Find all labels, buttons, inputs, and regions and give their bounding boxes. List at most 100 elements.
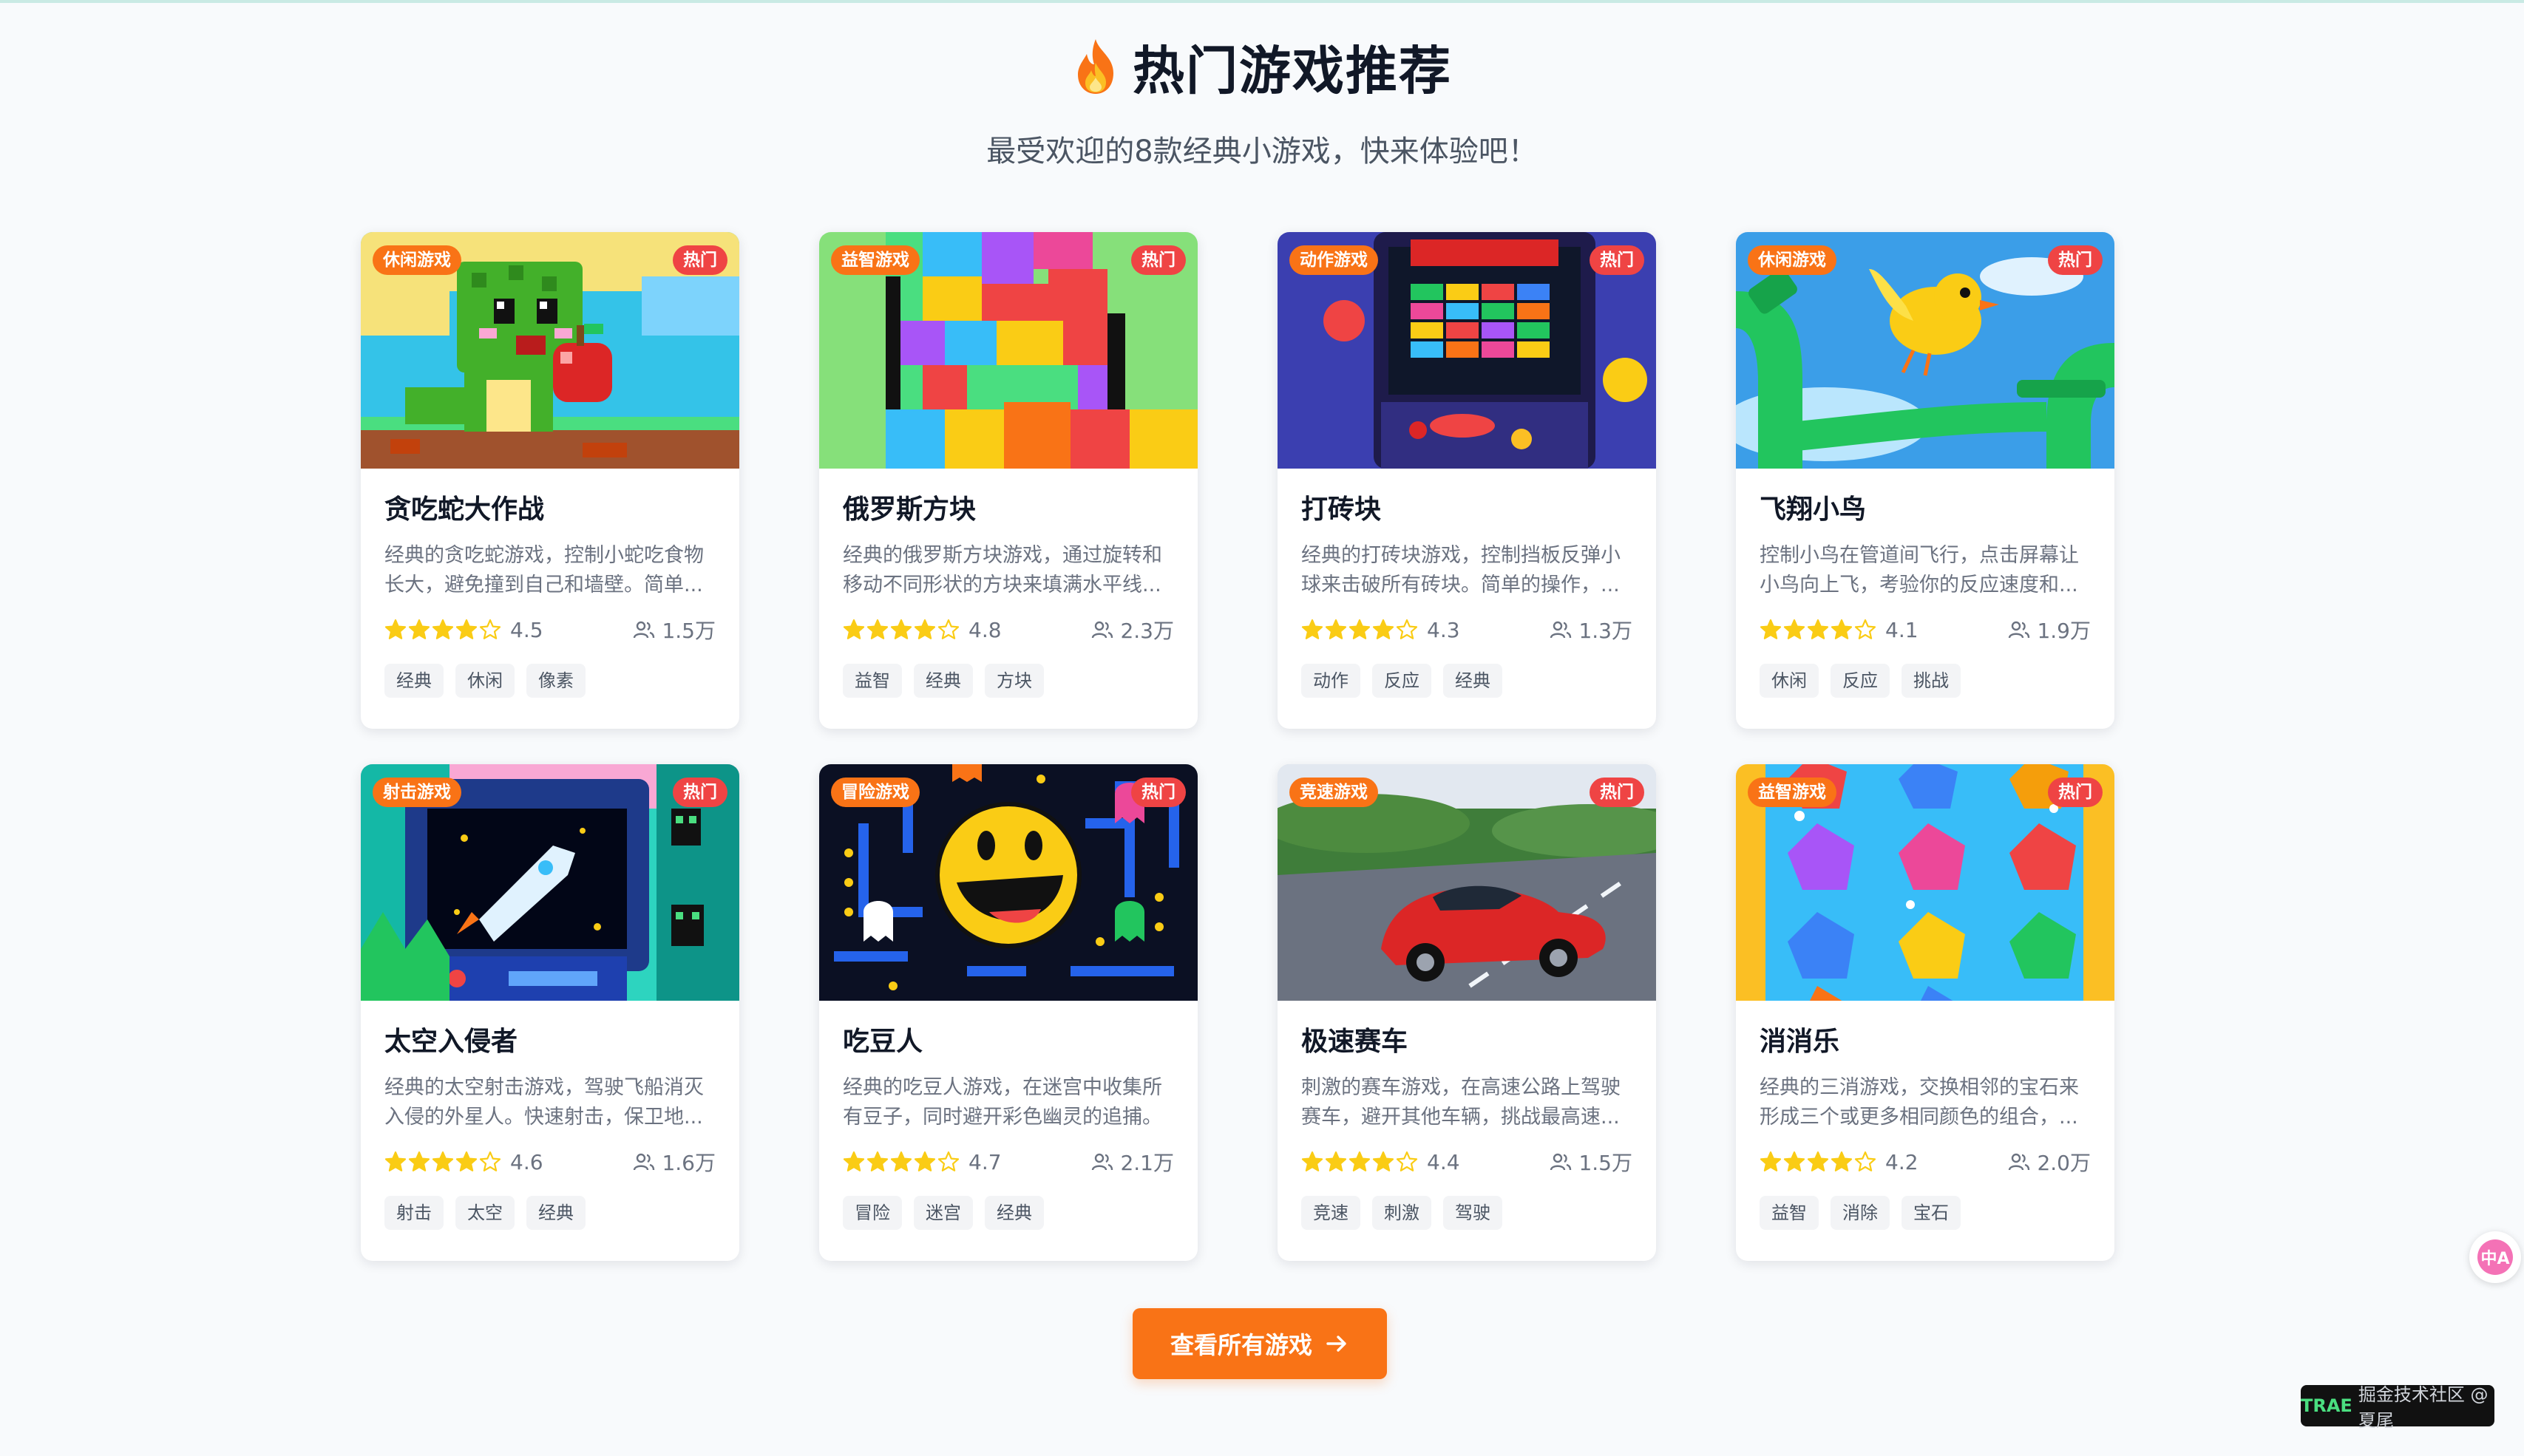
- game-card-pacman[interactable]: 冒险游戏 热门 吃豆人 经典的吃豆人游戏，在迷宫中收集所有豆子，同时避开彩色幽灵…: [819, 764, 1198, 1261]
- tag[interactable]: 益智: [843, 664, 902, 698]
- tag[interactable]: 动作: [1301, 664, 1360, 698]
- watermark: TRAE 掘金技术社区 @ 夏尾: [2301, 1384, 2494, 1431]
- tag[interactable]: 太空: [455, 1196, 515, 1230]
- tag[interactable]: 挑战: [1902, 664, 1961, 698]
- player-count-value: 1.6万: [662, 1151, 716, 1175]
- rating-value: 4.2: [1885, 1149, 1919, 1174]
- game-card-tetris[interactable]: 益智游戏 热门 俄罗斯方块 经典的俄罗斯方块游戏，通过旋转和移动不同形状的方块来…: [819, 232, 1198, 729]
- users-icon: [1549, 1150, 1573, 1174]
- tag[interactable]: 像素: [526, 664, 586, 698]
- tag-list: 冒险 迷宫 经典: [843, 1196, 1174, 1230]
- rating-stars: 4.1: [1760, 618, 1919, 642]
- game-card-breakout[interactable]: 动作游戏 热门 打砖块 经典的打砖块游戏，控制挡板反弹小球来击破所有砖块。简单的…: [1278, 232, 1656, 729]
- tag[interactable]: 经典: [526, 1196, 586, 1230]
- game-title[interactable]: 太空入侵者: [384, 1026, 716, 1058]
- tag[interactable]: 竞速: [1301, 1196, 1360, 1230]
- tag[interactable]: 休闲: [455, 664, 515, 698]
- category-badge: 竞速游戏: [1289, 778, 1378, 807]
- game-card-flappy-bird[interactable]: 休闲游戏 热门 飞翔小鸟 控制小鸟在管道间飞行，点击屏幕让小鸟向上飞，考验你的反…: [1736, 232, 2114, 729]
- star-filled-icon: [914, 1151, 936, 1173]
- tag[interactable]: 反应: [1372, 664, 1431, 698]
- game-card-snake[interactable]: 休闲游戏 热门 贪吃蛇大作战 经典的贪吃蛇游戏，控制小蛇吃食物长大，避免撞到自己…: [361, 232, 739, 729]
- tag[interactable]: 射击: [384, 1196, 444, 1230]
- tag-list: 经典 休闲 像素: [384, 664, 716, 698]
- rating-value: 4.6: [510, 1149, 543, 1174]
- game-title[interactable]: 吃豆人: [843, 1026, 1174, 1058]
- page-title: 热门游戏推荐: [1133, 40, 1452, 101]
- tag-list: 益智 消除 宝石: [1760, 1196, 2091, 1230]
- star-filled-icon: [1807, 619, 1829, 641]
- star-outline-icon: [1396, 619, 1418, 641]
- game-description: 经典的太空射击游戏，驾驶飞船消灭入侵的外星人。快速射击，保卫地...: [384, 1076, 704, 1129]
- translate-icon: 中A: [2477, 1239, 2513, 1275]
- game-description: 刺激的赛车游戏，在高速公路上驾驶赛车，避开其他车辆，挑战最高速...: [1301, 1076, 1621, 1129]
- player-count-value: 2.1万: [1120, 1151, 1174, 1175]
- star-filled-icon: [1760, 619, 1782, 641]
- game-title[interactable]: 飞翔小鸟: [1760, 494, 2091, 526]
- game-card-space-invaders[interactable]: 射击游戏 热门 太空入侵者 经典的太空射击游戏，驾驶飞船消灭入侵的外星人。快速射…: [361, 764, 739, 1261]
- star-filled-icon: [1783, 1151, 1805, 1173]
- game-title[interactable]: 极速赛车: [1301, 1026, 1632, 1058]
- game-description: 经典的俄罗斯方块游戏，通过旋转和移动不同形状的方块来填满水平线...: [843, 544, 1162, 596]
- tag[interactable]: 驾驶: [1443, 1196, 1502, 1230]
- player-count-value: 1.3万: [1578, 619, 1632, 643]
- users-icon: [2007, 618, 2031, 642]
- watermark-logo: TRAE: [2301, 1395, 2352, 1416]
- star-filled-icon: [408, 1151, 430, 1173]
- player-count-value: 1.5万: [1578, 1151, 1632, 1175]
- game-thumbnail: 益智游戏 热门: [1736, 764, 2114, 1001]
- star-filled-icon: [1831, 1151, 1853, 1173]
- tag[interactable]: 休闲: [1760, 664, 1819, 698]
- title-row: 热门游戏推荐: [0, 33, 2524, 101]
- users-icon: [1090, 618, 1114, 642]
- tag[interactable]: 刺激: [1372, 1196, 1431, 1230]
- star-outline-icon: [1854, 619, 1876, 641]
- tag[interactable]: 经典: [384, 664, 444, 698]
- game-card-racing[interactable]: 竞速游戏 热门 极速赛车 刺激的赛车游戏，在高速公路上驾驶赛车，避开其他车辆，挑…: [1278, 764, 1656, 1261]
- tag[interactable]: 经典: [914, 664, 973, 698]
- watermark-text: 掘金技术社区 @ 夏尾: [2358, 1384, 2489, 1431]
- tag[interactable]: 迷宫: [914, 1196, 973, 1230]
- game-description: 经典的贪吃蛇游戏，控制小蛇吃食物长大，避免撞到自己和墙壁。简单...: [384, 544, 704, 596]
- game-title[interactable]: 打砖块: [1301, 494, 1632, 526]
- translate-button[interactable]: 中A: [2469, 1231, 2521, 1283]
- tag[interactable]: 益智: [1760, 1196, 1819, 1230]
- game-title[interactable]: 贪吃蛇大作战: [384, 494, 716, 526]
- star-filled-icon: [866, 619, 889, 641]
- tag[interactable]: 方块: [985, 664, 1044, 698]
- game-card-match3[interactable]: 益智游戏 热门 消消乐 经典的三消游戏，交换相邻的宝石来形成三个或更多相同颜色的…: [1736, 764, 2114, 1261]
- hot-badge: 热门: [1590, 245, 1644, 275]
- arrow-right-icon: [1324, 1331, 1349, 1356]
- star-outline-icon: [1396, 1151, 1418, 1173]
- rating-stars: 4.8: [843, 618, 1002, 642]
- view-all-games-button[interactable]: 查看所有游戏: [1133, 1308, 1387, 1379]
- tag-list: 休闲 反应 挑战: [1760, 664, 2091, 698]
- player-count: 2.1万: [1090, 1147, 1174, 1177]
- game-title[interactable]: 消消乐: [1760, 1026, 2091, 1058]
- hot-badge: 热门: [673, 778, 727, 807]
- star-outline-icon: [937, 619, 960, 641]
- tag[interactable]: 反应: [1831, 664, 1890, 698]
- tag[interactable]: 冒险: [843, 1196, 902, 1230]
- game-title[interactable]: 俄罗斯方块: [843, 494, 1174, 526]
- tag[interactable]: 宝石: [1902, 1196, 1961, 1230]
- rating-stars: 4.3: [1301, 618, 1460, 642]
- game-thumbnail: 冒险游戏 热门: [819, 764, 1198, 1001]
- player-count: 1.6万: [632, 1147, 716, 1177]
- star-filled-icon: [432, 619, 454, 641]
- star-filled-icon: [843, 1151, 865, 1173]
- tag[interactable]: 经典: [985, 1196, 1044, 1230]
- star-filled-icon: [843, 619, 865, 641]
- player-count-value: 2.3万: [1120, 619, 1174, 643]
- star-filled-icon: [1372, 1151, 1394, 1173]
- rating-stars: 4.7: [843, 1150, 1002, 1174]
- player-count: 1.3万: [1549, 615, 1632, 644]
- rating-stars: 4.6: [384, 1150, 543, 1174]
- tag[interactable]: 消除: [1831, 1196, 1890, 1230]
- tag[interactable]: 经典: [1443, 664, 1502, 698]
- rating-value: 4.3: [1427, 617, 1460, 642]
- rating-value: 4.7: [968, 1149, 1002, 1174]
- game-thumbnail: 竞速游戏 热门: [1278, 764, 1656, 1001]
- page-header: 热门游戏推荐 最受欢迎的8款经典小游戏，快来体验吧！: [0, 33, 2524, 170]
- rating-stars: 4.4: [1301, 1150, 1460, 1174]
